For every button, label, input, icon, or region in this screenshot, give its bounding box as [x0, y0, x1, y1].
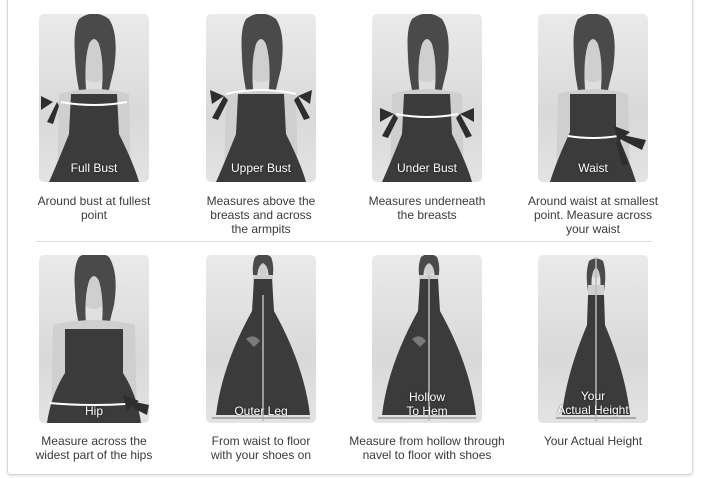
actual-height-label: Your Actual Height	[557, 389, 629, 417]
hollow-to-hem-label: Hollow To Hem	[406, 390, 448, 418]
waist-figure	[550, 14, 646, 182]
actual-height-illustration: Your Actual Height	[538, 255, 648, 423]
hip-illustration: Hip	[39, 255, 149, 423]
full-bust-illustration: Full Bust	[39, 14, 149, 182]
full-bust-label: Full Bust	[70, 161, 118, 175]
waist-label: Waist	[578, 161, 608, 175]
outer-leg-label: Outer Leg	[234, 404, 288, 418]
upper-bust-description: Measures above the breasts and across th…	[206, 194, 316, 236]
hip-description: Measure across the widest part of the hi…	[35, 434, 153, 462]
waist-description: Around waist at smallest point. Measure …	[527, 194, 659, 236]
upper-bust-figure	[210, 14, 312, 182]
waist-illustration: Waist	[538, 14, 648, 182]
under-bust-figure	[380, 14, 474, 182]
upper-bust-illustration: Upper Bust	[206, 14, 316, 182]
hollow-to-hem-illustration: Hollow To Hem	[372, 255, 482, 423]
outer-leg-illustration: Outer Leg	[206, 255, 316, 423]
row-divider	[36, 241, 652, 242]
outer-leg-figure	[212, 255, 310, 421]
actual-height-description: Your Actual Height	[543, 434, 643, 448]
upper-bust-label: Upper Bust	[230, 161, 292, 175]
hip-figure	[47, 255, 149, 423]
outer-leg-description: From waist to floor with your shoes on	[210, 434, 312, 462]
full-bust-description: Around bust at fullest point	[37, 194, 151, 222]
hollow-to-hem-description: Measure from hollow through navel to flo…	[349, 434, 505, 462]
full-bust-figure	[41, 14, 139, 182]
under-bust-illustration: Under Bust	[372, 14, 482, 182]
under-bust-label: Under Bust	[396, 161, 458, 175]
hip-label: Hip	[84, 404, 103, 418]
under-bust-description: Measures underneath the breasts	[368, 194, 486, 222]
